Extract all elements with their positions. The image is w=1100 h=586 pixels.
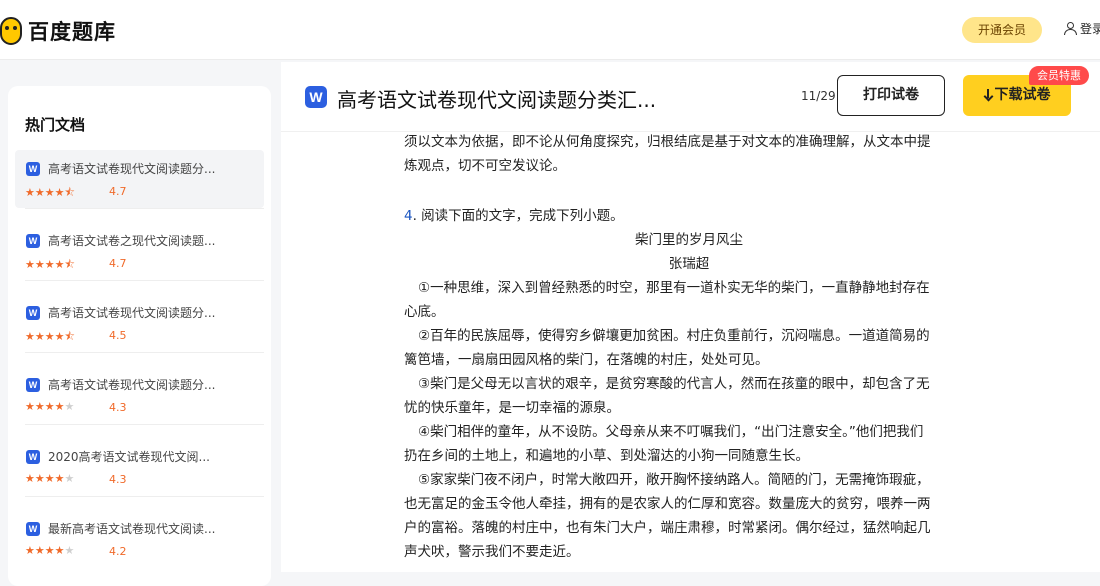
rating-score: 4.7 — [109, 257, 127, 270]
paragraph-line: ④柴门相伴的童年，从不设防。父母亲从来不叮嘱我们，“出门注意安全。”他们把我们 — [418, 424, 924, 440]
sidebar-title: 热门文档 — [25, 116, 86, 134]
logo-mascot-icon — [0, 17, 22, 45]
rating-stars: ★★★★⯪ — [25, 258, 75, 271]
rating-score: 4.7 — [109, 185, 127, 198]
doc-name: 高考语文试卷现代文阅读题分... — [48, 162, 216, 176]
logo-text: 百度题库 — [28, 20, 116, 44]
open-vip-button[interactable]: 开通会员 — [962, 17, 1042, 43]
doc-name: 高考语文试卷之现代文阅读题... — [48, 234, 216, 248]
list-item[interactable]: W 高考语文试卷现代文阅读题分... ★★★★⯪ 4.7 — [15, 150, 264, 208]
login-link[interactable]: 登录 — [1064, 20, 1100, 37]
paragraph-line: 扔在乡间的土地上，和遍地的小草、到处溜达的小狗一同随意生长。 — [404, 448, 809, 464]
vip-discount-badge: 会员特惠 — [1029, 66, 1089, 85]
divider — [25, 208, 264, 209]
doc-name: 高考语文试卷现代文阅读题分... — [48, 306, 216, 320]
divider — [25, 496, 264, 497]
rating-stars: ★★★★★ — [25, 472, 75, 485]
hot-docs-sidebar: 热门文档 W 高考语文试卷现代文阅读题分... ★★★★⯪ 4.7 W 高考语文… — [8, 86, 271, 586]
divider — [25, 424, 264, 425]
word-doc-icon: W — [305, 86, 327, 108]
rating-score: 4.5 — [109, 329, 127, 342]
login-label: 登录 — [1080, 22, 1100, 36]
divider — [25, 352, 264, 353]
document-header: W 高考语文试卷现代文阅读题分类汇... 11/29 打印试卷 下载试卷 会员特… — [281, 62, 1100, 132]
paragraph-line: 篱笆墙，一扇扇田园风格的柴门，在落魄的村庄，处处可见。 — [404, 352, 769, 368]
site-logo[interactable]: 百度题库 — [0, 16, 116, 46]
paragraph-line: 心底。 — [404, 304, 445, 320]
paragraph-line: ③柴门是父母无以言状的艰辛，是贫穷寒酸的代言人，然而在孩童的眼中，却包含了无 — [418, 376, 930, 392]
doc-name: 高考语文试卷现代文阅读题分... — [48, 378, 216, 392]
download-label: 下载试卷 — [994, 87, 1051, 103]
list-item[interactable]: W 最新高考语文试卷现代文阅读... ★★★★★ 4.2 — [15, 496, 264, 568]
essay-author: 张瑞超 — [668, 256, 710, 272]
paragraph-line: ①一种思维，深入到曾经熟悉的时空，那里有一道朴实无华的柴门，一直静静地封存在 — [418, 280, 930, 296]
paragraph-line: 也无富足的金玉令他人牵挂，拥有的是农家人的仁厚和宽容。数量庞大的贫穷，喂养一两 — [404, 496, 931, 512]
rating-stars: ★★★★★ — [25, 400, 75, 413]
rating-stars: ★★★★★ — [25, 544, 75, 557]
word-doc-icon: W — [26, 522, 40, 536]
paragraph-line: 户的富裕。落魄的村庄中，也有朱门大户，端庄肃穆，时常紧闭。偶尔经过，猛然响起几 — [404, 520, 931, 536]
question-number: 4 — [404, 208, 413, 224]
document-panel: W 高考语文试卷现代文阅读题分类汇... 11/29 打印试卷 下载试卷 会员特… — [281, 62, 1100, 572]
word-doc-icon: W — [26, 234, 40, 248]
list-item[interactable]: W 高考语文试卷现代文阅读题分... ★★★★★ 4.3 — [15, 352, 264, 424]
user-icon — [1064, 22, 1077, 35]
paragraph-line: ②百年的民族屈辱，使得穷乡僻壤更加贫困。村庄负重前行，沉闷喘息。一道道简易的 — [418, 328, 930, 344]
word-doc-icon: W — [26, 450, 40, 464]
text-line: 炼观点，切不可空发议论。 — [404, 158, 566, 174]
doc-name: 2020高考语文试卷现代文阅... — [48, 450, 210, 464]
divider — [25, 280, 264, 281]
print-button[interactable]: 打印试卷 — [837, 75, 945, 116]
word-doc-icon: W — [26, 378, 40, 392]
rating-score: 4.2 — [109, 545, 127, 558]
page-indicator: 11/29 — [801, 89, 836, 103]
text-line: 须以文本为依据，即不论从何角度探究，归根结底是基于对文本的准确理解，从文本中提 — [404, 134, 931, 150]
rating-stars: ★★★★⯪ — [25, 330, 75, 343]
doc-name: 最新高考语文试卷现代文阅读... — [48, 522, 216, 536]
list-item[interactable]: W 高考语文试卷之现代文阅读题... ★★★★⯪ 4.7 — [15, 208, 264, 280]
document-title: 高考语文试卷现代文阅读题分类汇... — [337, 88, 657, 112]
rating-stars: ★★★★⯪ — [25, 186, 75, 199]
rating-score: 4.3 — [109, 401, 127, 414]
question-text: . 阅读下面的文字，完成下列小题。 — [412, 208, 624, 224]
arrow-down-icon — [984, 89, 993, 100]
top-bar: 百度题库 开通会员 登录 — [0, 0, 1100, 60]
paragraph-line: ⑤家家柴门夜不闭户，时常大敞四开，敞开胸怀接纳路人。简陋的门，无需掩饰瑕疵， — [418, 472, 930, 488]
paragraph-line: 忧的快乐童年，是一切幸福的源泉。 — [404, 400, 620, 416]
rating-score: 4.3 — [109, 473, 127, 486]
word-doc-icon: W — [26, 162, 40, 176]
paragraph-line: 声犬吠，警示我们不要走近。 — [404, 544, 580, 560]
list-item[interactable]: W 2020高考语文试卷现代文阅... ★★★★★ 4.3 — [15, 424, 264, 496]
essay-title: 柴门里的岁月风尘 — [635, 232, 743, 248]
list-item[interactable]: W 高考语文试卷现代文阅读题分... ★★★★⯪ 4.5 — [15, 280, 264, 352]
question-line: 4. 阅读下面的文字，完成下列小题。 — [404, 204, 974, 228]
word-doc-icon: W — [26, 306, 40, 320]
